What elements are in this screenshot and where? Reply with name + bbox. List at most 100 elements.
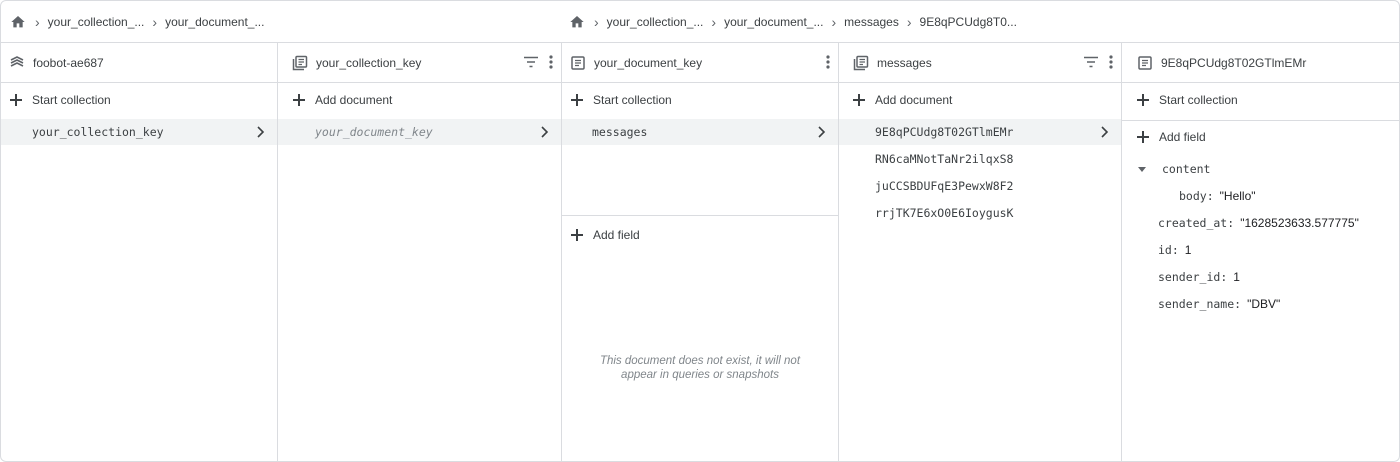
field-value: "DBV": [1247, 297, 1281, 311]
action-label: Add field: [1159, 130, 1206, 144]
field-colon: :: [1234, 297, 1242, 311]
list-item-collection[interactable]: your_collection_key: [1, 119, 277, 145]
chevron-right-icon: [539, 119, 549, 145]
panels-container: foobot-ae687 Start collection your_colle…: [1, 42, 1399, 461]
breadcrumb-collection[interactable]: your_collection_...: [48, 15, 145, 29]
plus-icon: [570, 228, 584, 242]
list-item-label: rrjTK7E6xO0E6IoygusK: [875, 206, 1014, 220]
home-icon[interactable]: [568, 13, 586, 31]
panel-header-actions: [1083, 43, 1113, 83]
plus-icon: [852, 93, 866, 107]
list-item-message[interactable]: RN6caMNotTaNr2ilqxS8: [839, 146, 1121, 172]
chevron-right-icon: ›: [831, 13, 837, 30]
add-document-button[interactable]: Add document: [839, 84, 1121, 116]
panel-header: your_collection_key: [278, 43, 561, 83]
list-item-label: messages: [592, 125, 648, 139]
list-item-label: your_collection_key: [32, 125, 164, 139]
plus-icon: [292, 93, 306, 107]
breadcrumb-document[interactable]: your_document_...: [165, 15, 264, 29]
action-label: Start collection: [32, 93, 111, 107]
field-row-sender-id[interactable]: sender_id : 1: [1122, 264, 1399, 290]
breadcrumb-message-id[interactable]: 9E8qPCUdg8T0...: [920, 15, 1017, 29]
expand-arrow-icon[interactable]: [1138, 166, 1146, 172]
field-key: sender_name: [1158, 297, 1235, 311]
list-item-document[interactable]: your_document_key: [278, 119, 561, 145]
field-colon: :: [1220, 270, 1228, 284]
document-icon: [570, 55, 586, 71]
list-item-message[interactable]: juCCSBDUFqE3PewxW8F2: [839, 173, 1121, 199]
start-collection-button[interactable]: Start collection: [562, 84, 838, 116]
panel-document: your_document_key Start collection messa…: [562, 43, 839, 461]
list-item-label: juCCSBDUFqE3PewxW8F2: [875, 179, 1014, 193]
panel-header: your_document_key: [562, 43, 838, 83]
add-field-button[interactable]: Add field: [1122, 121, 1399, 153]
panel-document-detail: 9E8qPCUdg8T02GTlmEMr Start collection Ad…: [1122, 43, 1399, 461]
chevron-right-icon: [816, 119, 826, 145]
breadcrumb-document[interactable]: your_document_...: [724, 15, 823, 29]
action-label: Add document: [875, 93, 953, 107]
field-row-created-at[interactable]: created_at : "1628523633.577775": [1122, 210, 1399, 236]
add-field-button[interactable]: Add field: [562, 219, 838, 251]
action-label: Start collection: [593, 93, 672, 107]
field-row-id[interactable]: id : 1: [1122, 237, 1399, 263]
field-colon: :: [1206, 189, 1214, 203]
field-key: content: [1162, 162, 1211, 176]
missing-document-note: This document does not exist, it will no…: [562, 354, 838, 382]
panel-header: messages: [839, 43, 1121, 83]
more-vert-icon[interactable]: [826, 54, 830, 72]
panel-title: 9E8qPCUdg8T02GTlmEMr: [1161, 55, 1307, 70]
field-value: 1: [1233, 270, 1240, 284]
field-row-body[interactable]: body : "Hello": [1122, 183, 1399, 209]
add-document-button[interactable]: Add document: [278, 84, 561, 116]
note-line: appear in queries or snapshots: [621, 369, 779, 381]
section-divider: [562, 215, 838, 216]
more-vert-icon[interactable]: [549, 54, 553, 72]
filter-icon[interactable]: [1083, 56, 1099, 71]
chevron-right-icon: ›: [711, 13, 717, 30]
collection-icon: [292, 55, 308, 71]
note-line: This document does not exist, it will no…: [599, 355, 801, 367]
field-value: 1: [1184, 243, 1192, 257]
list-item-label: RN6caMNotTaNr2ilqxS8: [875, 152, 1014, 166]
list-item-message[interactable]: rrjTK7E6xO0E6IoygusK: [839, 200, 1121, 226]
home-icon[interactable]: [9, 13, 27, 31]
list-item-subcollection[interactable]: messages: [562, 119, 838, 145]
field-key: body: [1179, 189, 1207, 203]
field-row-sender-name[interactable]: sender_name : "DBV": [1122, 291, 1399, 317]
firebase-stack-icon: [9, 55, 25, 71]
list-item-message[interactable]: 9E8qPCUdg8T02GTlmEMr: [839, 119, 1121, 145]
panel-header-actions: [826, 43, 830, 83]
start-collection-button[interactable]: Start collection: [1122, 84, 1399, 116]
collection-icon: [853, 55, 869, 71]
panel-title: your_document_key: [594, 55, 703, 70]
firestore-data-viewer: › your_collection_... › your_document_..…: [0, 0, 1400, 462]
breadcrumb-collection[interactable]: your_collection_...: [607, 15, 704, 29]
start-collection-button[interactable]: Start collection: [1, 84, 277, 116]
panel-title: messages: [877, 55, 932, 70]
breadcrumb-messages[interactable]: messages: [844, 15, 899, 29]
plus-icon: [570, 93, 584, 107]
chevron-right-icon: ›: [152, 13, 158, 30]
breadcrumb-right: › your_collection_... › your_document_..…: [568, 1, 1017, 42]
action-label: Add document: [315, 93, 393, 107]
filter-icon[interactable]: [523, 56, 539, 71]
action-label: Add field: [593, 228, 640, 242]
field-value: "1628523633.577775": [1240, 216, 1359, 230]
list-item-label: your_document_key: [315, 125, 433, 139]
panel-header: foobot-ae687: [1, 43, 277, 83]
field-key: created_at: [1158, 216, 1228, 230]
field-colon: :: [1171, 243, 1179, 257]
panel-header: 9E8qPCUdg8T02GTlmEMr: [1122, 43, 1399, 83]
chevron-right-icon: [1099, 119, 1109, 145]
field-key: id: [1158, 243, 1172, 257]
field-value: "Hello": [1219, 189, 1256, 203]
chevron-right-icon: ›: [594, 13, 599, 30]
panel-root: foobot-ae687 Start collection your_colle…: [1, 43, 278, 461]
panel-title: your_collection_key: [316, 55, 422, 70]
plus-icon: [1136, 93, 1150, 107]
panel-header-actions: [523, 43, 553, 83]
field-row-content[interactable]: content: [1122, 156, 1399, 182]
more-vert-icon[interactable]: [1109, 54, 1113, 72]
document-icon: [1137, 55, 1153, 71]
field-key: sender_id: [1158, 270, 1221, 284]
